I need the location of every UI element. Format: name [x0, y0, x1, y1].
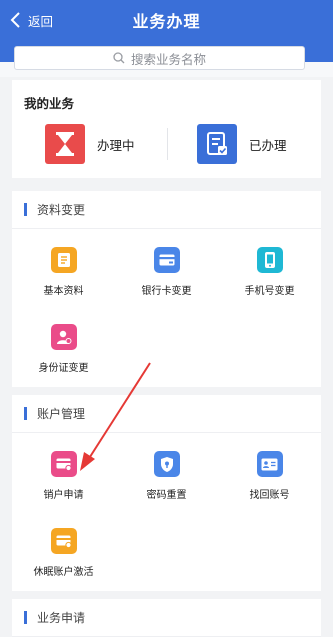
phone-change-button[interactable]: 手机号变更 — [218, 229, 321, 303]
recover-account-label: 找回账号 — [249, 490, 290, 501]
id-card-change-label: 身份证变更 — [38, 363, 89, 374]
section-accent-bar — [24, 407, 27, 420]
my-business-title: 我的业务 — [24, 96, 75, 111]
document-icon — [50, 247, 77, 273]
id-person-icon — [50, 324, 77, 350]
in-progress-label: 办理中 — [97, 137, 135, 153]
section-header-account-management: 账户管理 — [12, 395, 321, 433]
divider — [167, 128, 168, 160]
password-reset-button[interactable]: 密码重置 — [115, 433, 218, 507]
search-icon — [113, 52, 125, 64]
basic-info-button[interactable]: 基本资料 — [12, 229, 115, 303]
completed-label: 已办理 — [249, 137, 287, 153]
checklist-icon — [197, 124, 237, 164]
in-progress-button[interactable]: 办理中 — [45, 124, 135, 164]
id-card-change-button[interactable]: 身份证变更 — [12, 306, 115, 380]
close-account-label: 销户申请 — [43, 490, 84, 501]
section-title: 业务申请 — [37, 611, 86, 625]
bank-card-change-button[interactable]: 银行卡变更 — [115, 229, 218, 303]
section-title: 账户管理 — [37, 407, 86, 421]
bank-card-change-label: 银行卡变更 — [141, 286, 192, 297]
bank-card-icon — [153, 247, 180, 273]
password-reset-label: 密码重置 — [146, 490, 187, 501]
search-placeholder: 搜索业务名称 — [130, 51, 206, 67]
search-input[interactable]: 搜索业务名称 — [14, 46, 305, 70]
hourglass-icon — [45, 124, 85, 164]
section-accent-bar — [24, 203, 27, 216]
section-title: 资料变更 — [37, 203, 86, 217]
dormant-account-activate-button[interactable]: 休眠账户激活 — [12, 510, 115, 584]
dormant-account-activate-label: 休眠账户激活 — [33, 567, 94, 578]
completed-button[interactable]: 已办理 — [197, 124, 287, 164]
section-accent-bar — [24, 611, 27, 624]
wallet-card-icon — [50, 528, 77, 554]
recover-account-button[interactable]: 找回账号 — [218, 433, 321, 507]
account-management-grid: 销户申请 密码重置 找回账号 休眠账户激活 — [12, 433, 321, 591]
section-header-business-application: 业务申请 — [12, 599, 321, 637]
close-account-button[interactable]: 销户申请 — [12, 433, 115, 507]
my-business-panel: 我的业务 办理中 已办理 — [12, 80, 321, 178]
shield-key-icon — [153, 451, 180, 477]
phone-change-label: 手机号变更 — [244, 286, 295, 297]
id-card-icon — [256, 451, 283, 477]
section-header-profile-change: 资料变更 — [12, 191, 321, 229]
top-navbar: 返回 业务办理 — [0, 0, 333, 40]
profile-change-grid: 基本资料 银行卡变更 手机号变更 身份证变更 — [12, 229, 321, 387]
page-title: 业务办理 — [132, 12, 201, 31]
basic-info-label: 基本资料 — [43, 286, 84, 297]
card-close-icon — [50, 451, 77, 477]
mobile-phone-icon — [256, 247, 283, 273]
search-bar: 搜索业务名称 — [0, 40, 333, 77]
